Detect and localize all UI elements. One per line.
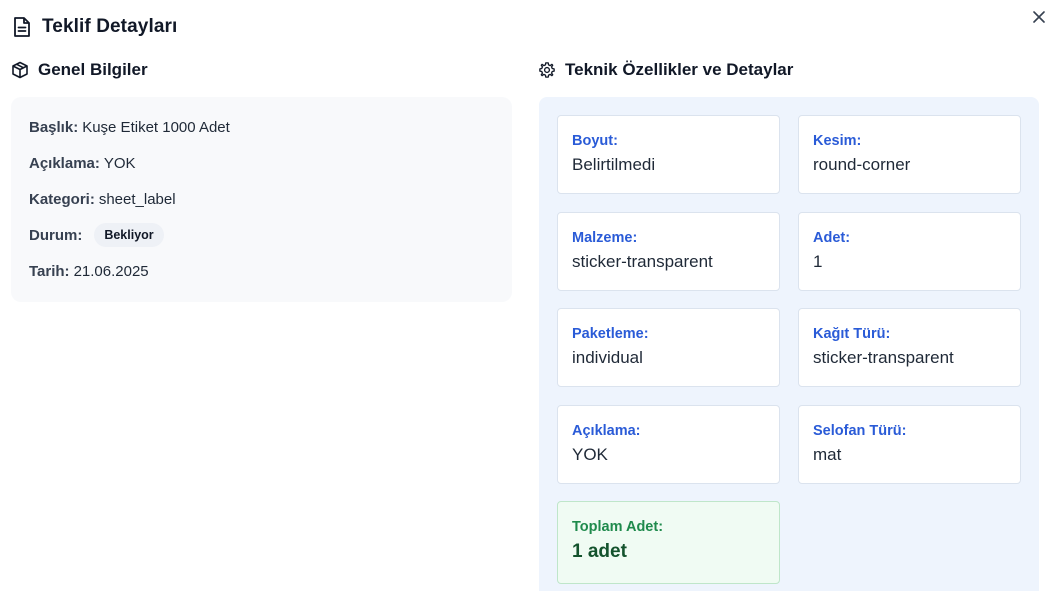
spec-value: Belirtilmedi — [572, 155, 656, 174]
spec-value: sticker-transparent — [813, 348, 954, 367]
spec-card-material: Malzeme: sticker-transparent — [557, 212, 780, 291]
spec-card-size: Boyut: Belirtilmedi — [557, 115, 780, 194]
gear-icon — [539, 62, 555, 78]
info-value: Kuşe Etiket 1000 Adet — [82, 118, 230, 136]
spec-label: Adet: — [813, 230, 851, 246]
spec-label: Kesim: — [813, 133, 862, 149]
general-section-heading: Genel Bilgiler — [11, 60, 148, 80]
info-row-title: Başlık: Kuşe Etiket 1000 Adet — [29, 109, 494, 145]
box-icon — [12, 61, 28, 79]
spec-value: sticker-transparent — [572, 252, 713, 271]
dialog-title-text: Teklif Detayları — [42, 16, 178, 37]
spec-card-packaging: Paketleme: individual — [557, 308, 780, 387]
status-badge: Bekliyor — [94, 223, 164, 247]
total-label: Toplam Adet: — [572, 519, 664, 535]
spec-label: Malzeme: — [572, 230, 638, 246]
spec-label: Selofan Türü: — [813, 423, 907, 439]
spec-value: mat — [813, 445, 842, 464]
close-icon — [1033, 11, 1045, 23]
document-icon — [14, 17, 30, 37]
technical-section-heading: Teknik Özellikler ve Detaylar — [538, 60, 793, 80]
info-row-date: Tarih: 21.06.2025 — [29, 253, 494, 289]
spec-card-paper-type: Kağıt Türü: sticker-transparent — [798, 308, 1021, 387]
info-value: YOK — [103, 154, 136, 172]
close-button[interactable] — [1029, 7, 1049, 27]
spec-value: 1 — [813, 252, 823, 271]
dialog-title: Teklif Detayları — [12, 16, 177, 38]
technical-details-panel: Boyut: Belirtilmedi Kesim: round-corner … — [539, 97, 1039, 591]
general-heading-text: Genel Bilgiler — [38, 60, 148, 79]
spec-value: round-corner — [813, 155, 911, 174]
info-row-category: Kategori: sheet_label — [29, 181, 494, 217]
info-label: Kategori: — [29, 190, 95, 208]
spec-value: individual — [572, 348, 643, 367]
info-label: Başlık: — [29, 118, 79, 136]
info-label: Durum: — [29, 226, 83, 244]
spec-label: Paketleme: — [572, 326, 649, 342]
spec-card-cut: Kesim: round-corner — [798, 115, 1021, 194]
spec-value: YOK — [572, 445, 608, 464]
info-row-status: Durum: Bekliyor — [29, 217, 494, 253]
spec-label: Kağıt Türü: — [813, 326, 891, 342]
info-value: sheet_label — [98, 190, 176, 208]
total-quantity-card: Toplam Adet: 1 adet — [557, 501, 780, 584]
info-label: Tarih: — [29, 262, 70, 280]
technical-heading-text: Teknik Özellikler ve Detaylar — [565, 60, 794, 79]
general-info-card: Başlık: Kuşe Etiket 1000 Adet Açıklama: … — [11, 97, 512, 302]
spec-card-laminate-type: Selofan Türü: mat — [798, 405, 1021, 484]
spec-label: Açıklama: — [572, 423, 641, 439]
spec-label: Boyut: — [572, 133, 618, 149]
total-value: 1 adet — [572, 541, 627, 562]
spec-card-description: Açıklama: YOK — [557, 405, 780, 484]
info-value: 21.06.2025 — [73, 262, 149, 280]
spec-card-quantity: Adet: 1 — [798, 212, 1021, 291]
info-row-description: Açıklama: YOK — [29, 145, 494, 181]
info-label: Açıklama: — [29, 154, 100, 172]
